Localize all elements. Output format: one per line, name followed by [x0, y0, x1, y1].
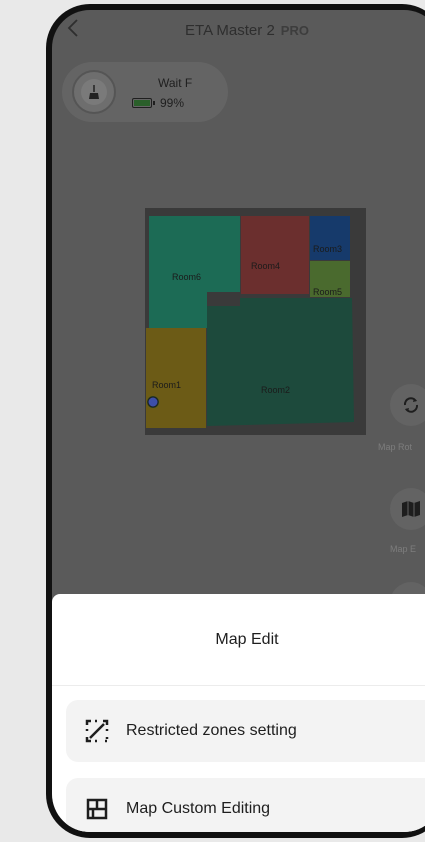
- map-edit-sheet: Map Edit Restricted zones setting Map Cu…: [52, 594, 425, 832]
- robot-status-card[interactable]: Wait F 99%: [62, 62, 228, 122]
- map-custom-editing-option[interactable]: Map Custom Editing: [66, 778, 425, 832]
- battery-row: 99%: [132, 96, 184, 110]
- robot-avatar: [72, 70, 116, 114]
- app-screen: Room6 Room4 Room3 Room5 Room1 Room2 ETA …: [52, 10, 425, 832]
- room-label: Room2: [261, 385, 291, 395]
- battery-icon: [132, 98, 155, 108]
- room-label: Room5: [313, 287, 343, 297]
- map-custom-edit-icon: [82, 794, 112, 824]
- map-icon: [402, 501, 420, 517]
- broom-icon: [89, 85, 99, 99]
- battery-percent: 99%: [160, 96, 185, 110]
- map-custom-editing-label: Map Custom Editing: [126, 800, 271, 817]
- restricted-zones-label: Restricted zones setting: [126, 722, 297, 739]
- map-edit-label: Map E: [390, 544, 417, 554]
- page-title: ETA Master 2 PRO: [185, 22, 309, 39]
- device-name: ETA Master 2: [185, 21, 275, 39]
- room2-area[interactable]: [207, 298, 354, 426]
- back-icon[interactable]: [62, 16, 86, 40]
- room1-area[interactable]: [146, 328, 206, 428]
- status-text: Wait F: [158, 76, 193, 90]
- restricted-zone-icon: [82, 716, 112, 746]
- map-rotate-label: Map Rot: [378, 442, 413, 452]
- header: ETA Master 2 PRO: [52, 10, 425, 50]
- room-label: Room1: [152, 380, 182, 390]
- map-edit-button[interactable]: [390, 488, 425, 530]
- restricted-zones-option[interactable]: Restricted zones setting: [66, 700, 425, 762]
- rotate-icon: [403, 397, 419, 413]
- map-rotate-button[interactable]: [390, 384, 425, 426]
- robot-position: [147, 396, 159, 408]
- room-label: Room6: [172, 272, 202, 282]
- pro-badge: PRO: [280, 22, 309, 38]
- sheet-title: Map Edit: [52, 594, 425, 686]
- room-label: Room4: [251, 261, 281, 271]
- room4-area[interactable]: [241, 216, 309, 294]
- room-label: Room3: [313, 244, 343, 254]
